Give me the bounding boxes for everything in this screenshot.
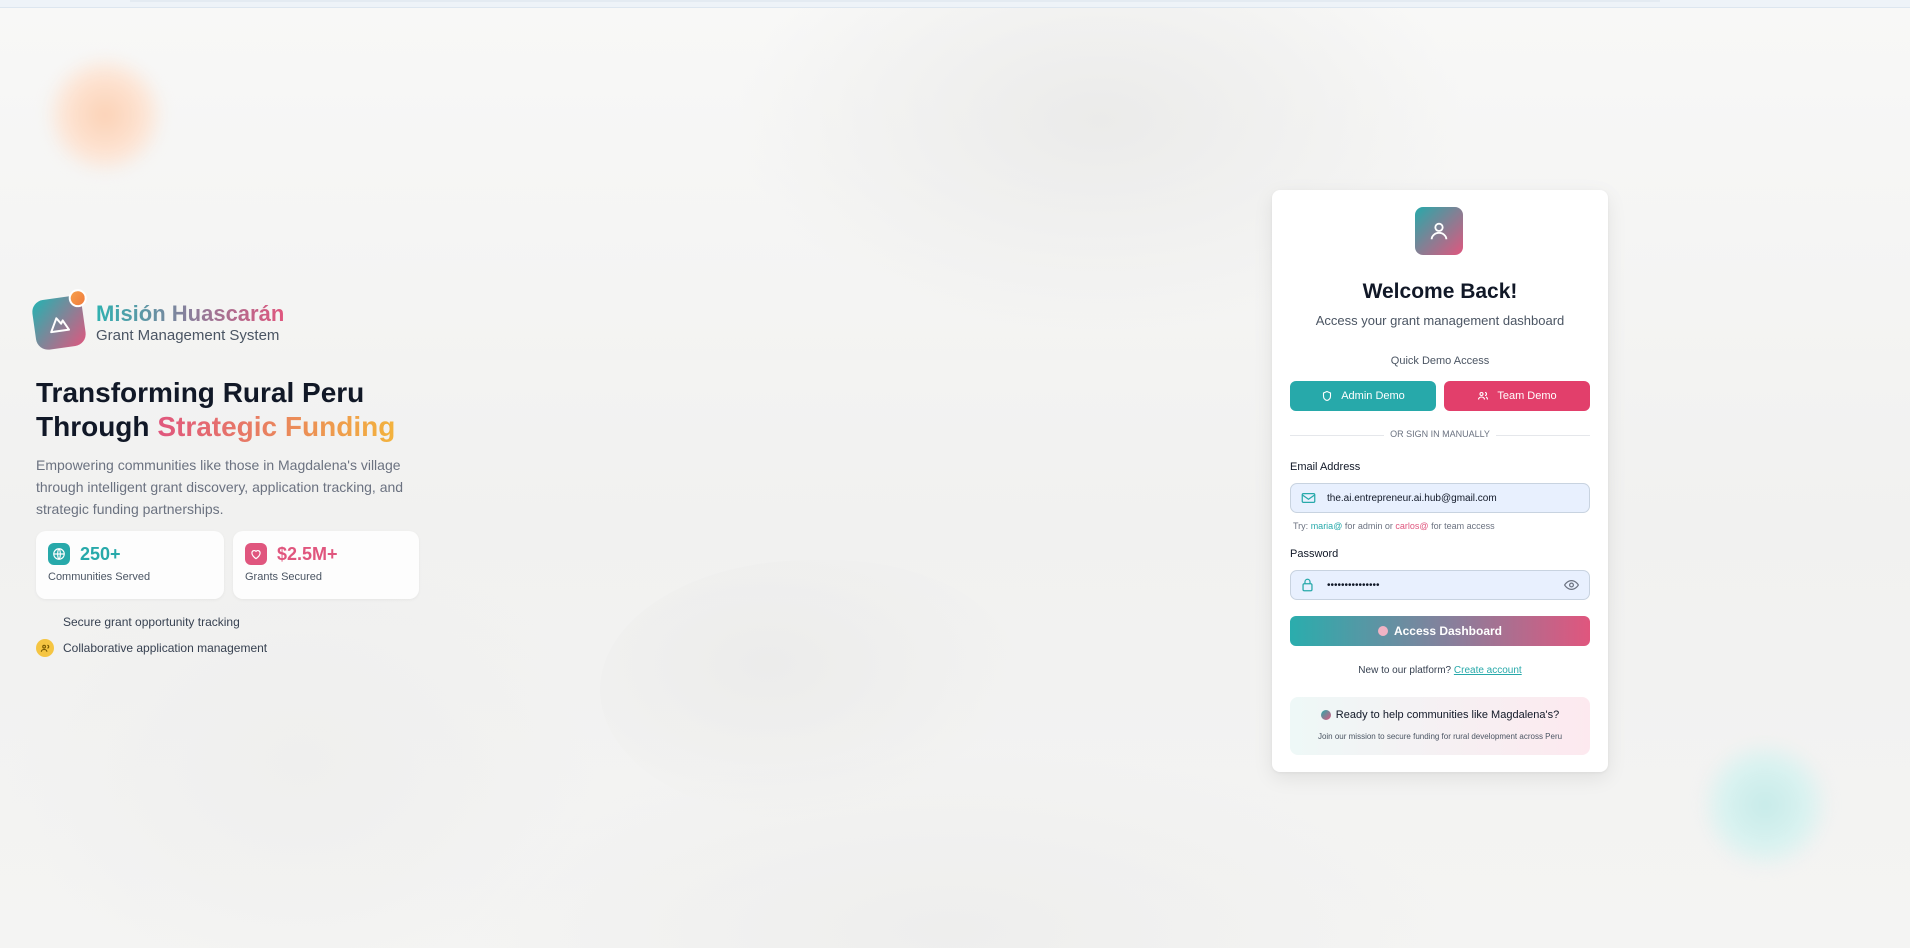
password-label: Password <box>1290 548 1339 560</box>
brand-name: Misión Huascarán <box>96 301 285 326</box>
headline-line2-prefix: Through <box>36 411 150 442</box>
stat-card-communities: 250+ Communities Served <box>36 531 224 599</box>
users-icon <box>36 639 54 657</box>
email-label: Email Address <box>1290 461 1361 473</box>
globe-icon <box>48 543 70 565</box>
rocket-icon <box>1377 626 1388 636</box>
decorative-blob-teal <box>1700 740 1830 870</box>
login-title: Welcome Back! <box>1362 280 1518 303</box>
hint-admin-user: maria@ <box>1310 521 1343 531</box>
stat-label: Grants Secured <box>245 571 323 583</box>
login-hint: Try: maria@ for admin or carlos@ for tea… <box>1293 521 1495 531</box>
user-icon <box>1415 207 1463 255</box>
stat-value: $2.5M+ <box>277 543 338 564</box>
feature-bullet <box>36 613 54 631</box>
quick-demo-label: Quick Demo Access <box>1390 355 1490 367</box>
stat-label: Communities Served <box>48 571 151 583</box>
brand-subtitle: Grant Management System <box>96 327 280 344</box>
password-value: ••••••••••••••• <box>1327 579 1380 591</box>
promo-title: Ready to help communities like Magdalena… <box>1335 709 1560 721</box>
email-field[interactable]: the.ai.entrepreneur.ai.hub@gmail.com <box>1290 483 1590 513</box>
mail-icon <box>1301 492 1317 504</box>
heart-icon <box>245 543 267 565</box>
brand: Misión Huascarán Grant Management System <box>30 287 285 352</box>
headline-accent: Strategic Funding <box>157 411 396 442</box>
eye-icon[interactable] <box>1563 578 1580 595</box>
hint-team-user: carlos@ <box>1395 521 1429 531</box>
divider-text: OR SIGN IN MANUALLY <box>1384 429 1496 439</box>
create-account-link[interactable]: Create account <box>1454 665 1522 676</box>
top-bar <box>0 0 1910 8</box>
feature-item: Collaborative application management <box>36 639 267 657</box>
stat-value: 250+ <box>80 543 121 564</box>
feature-text: Secure grant opportunity tracking <box>63 615 240 629</box>
promo-subtitle: Join our mission to secure funding for r… <box>1317 732 1563 741</box>
hero-description: Empowering communities like those in Mag… <box>36 457 404 517</box>
login-card: Welcome Back! Access your grant manageme… <box>1272 190 1608 772</box>
target-icon <box>1320 710 1331 720</box>
users-icon <box>1478 391 1489 400</box>
feature-item: Secure grant opportunity tracking <box>36 613 240 631</box>
mountain-icon <box>50 317 71 334</box>
headline-line1: Transforming Rural Peru <box>36 377 365 408</box>
login-subtitle: Access your grant management dashboard <box>1315 313 1565 328</box>
access-dashboard-label: Access Dashboard <box>1393 624 1503 638</box>
decorative-blob-orange <box>45 55 165 175</box>
logo <box>30 287 88 352</box>
access-dashboard-button[interactable]: Access Dashboard <box>1290 616 1590 646</box>
team-demo-button[interactable]: Team Demo <box>1444 381 1590 411</box>
admin-demo-label: Admin Demo <box>1341 390 1405 402</box>
password-field[interactable]: ••••••••••••••• <box>1290 570 1590 600</box>
stat-card-grants: $2.5M+ Grants Secured <box>233 531 419 599</box>
new-platform-text: New to our platform? Create account <box>1358 665 1522 676</box>
admin-demo-button[interactable]: Admin Demo <box>1290 381 1436 411</box>
email-value: the.ai.entrepreneur.ai.hub@gmail.com <box>1327 492 1497 504</box>
team-demo-label: Team Demo <box>1497 390 1557 402</box>
shield-icon <box>1323 390 1332 402</box>
background-sheep <box>600 560 1020 820</box>
promo-box: Ready to help communities like Magdalena… <box>1290 697 1590 755</box>
hero-headline: Transforming Rural Peru Through Strategi… <box>36 376 395 444</box>
feature-text: Collaborative application management <box>63 641 268 655</box>
lock-icon <box>1301 578 1317 592</box>
